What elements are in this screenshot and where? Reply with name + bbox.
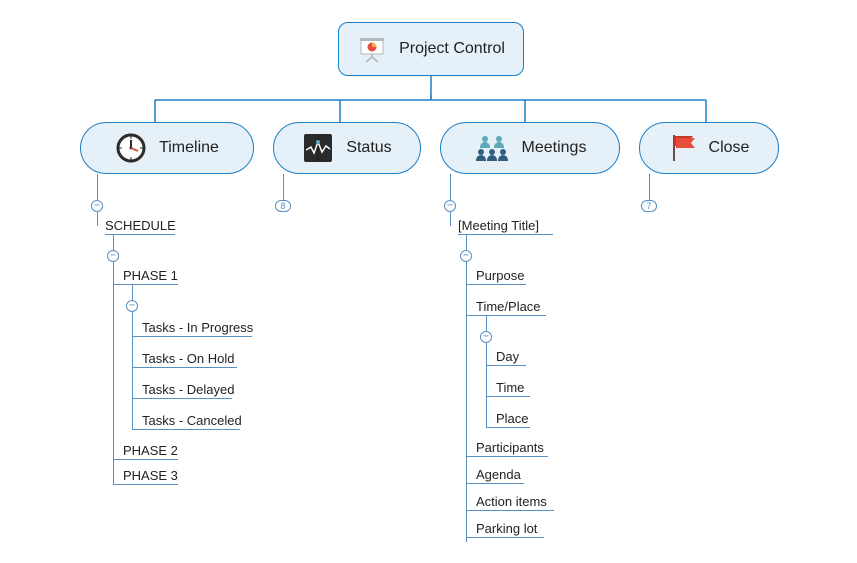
label-place[interactable]: Place — [496, 411, 529, 426]
label-participants[interactable]: Participants — [476, 440, 544, 455]
toggle-phase1[interactable]: − — [126, 300, 138, 312]
label-task-canceled[interactable]: Tasks - Canceled — [142, 413, 242, 428]
toggle-meeting-title[interactable]: − — [460, 250, 472, 262]
rule-timeplace — [466, 315, 546, 316]
timeline-label: Timeline — [159, 139, 219, 157]
rule-phase1 — [113, 284, 178, 285]
node-close[interactable]: Close — [639, 122, 779, 174]
rule-meeting-title — [458, 234, 553, 235]
label-agenda[interactable]: Agenda — [476, 467, 521, 482]
meetings-label: Meetings — [522, 139, 587, 157]
root-label: Project Control — [399, 40, 505, 58]
node-meetings[interactable]: Meetings — [440, 122, 620, 174]
label-parking-lot[interactable]: Parking lot — [476, 521, 537, 536]
v-meeting-title — [450, 212, 451, 226]
toggle-timeline[interactable]: − — [91, 200, 103, 212]
v-schedule — [97, 212, 98, 226]
rule-time — [486, 396, 530, 397]
label-day[interactable]: Day — [496, 349, 519, 364]
v-meeting-children — [466, 234, 467, 542]
rule-phase3 — [113, 484, 178, 485]
rule-participants — [466, 456, 548, 457]
stem-status — [283, 174, 284, 202]
node-root[interactable]: Project Control — [338, 22, 524, 76]
presentation-icon — [357, 34, 387, 64]
node-timeline[interactable]: Timeline — [80, 122, 254, 174]
label-task-delayed[interactable]: Tasks - Delayed — [142, 382, 234, 397]
label-purpose[interactable]: Purpose — [476, 268, 524, 283]
label-task-onhold[interactable]: Tasks - On Hold — [142, 351, 234, 366]
badge-status[interactable]: 8 — [275, 200, 291, 212]
rule-phase2 — [113, 459, 178, 460]
label-time[interactable]: Time — [496, 380, 524, 395]
badge-close[interactable]: 7 — [641, 200, 657, 212]
rule-task-canceled — [132, 429, 240, 430]
rule-day — [486, 365, 526, 366]
rule-task-inprogress — [132, 336, 252, 337]
rule-task-onhold — [132, 367, 237, 368]
toggle-meetings[interactable]: − — [444, 200, 456, 212]
rule-parking-lot — [466, 537, 544, 538]
label-phase1[interactable]: PHASE 1 — [123, 268, 178, 283]
rule-purpose — [466, 284, 526, 285]
rule-action-items — [466, 510, 554, 511]
toggle-schedule[interactable]: − — [107, 250, 119, 262]
rule-schedule — [105, 234, 175, 235]
clock-icon — [115, 132, 147, 164]
toggle-timeplace[interactable]: − — [480, 331, 492, 343]
label-phase3[interactable]: PHASE 3 — [123, 468, 178, 483]
node-status[interactable]: Status — [273, 122, 421, 174]
v-phases — [113, 234, 114, 484]
rule-agenda — [466, 483, 524, 484]
rule-place — [486, 427, 530, 428]
people-icon — [474, 133, 510, 163]
label-action-items[interactable]: Action items — [476, 494, 547, 509]
stem-close — [649, 174, 650, 202]
close-label: Close — [709, 139, 750, 157]
label-schedule[interactable]: SCHEDULE — [105, 218, 176, 233]
label-meeting-title[interactable]: [Meeting Title] — [458, 218, 539, 233]
rule-task-delayed — [132, 398, 232, 399]
label-task-inprogress[interactable]: Tasks - In Progress — [142, 320, 253, 335]
label-phase2[interactable]: PHASE 2 — [123, 443, 178, 458]
status-label: Status — [346, 139, 391, 157]
flag-icon — [669, 133, 697, 163]
heartbeat-icon — [302, 132, 334, 164]
label-timeplace[interactable]: Time/Place — [476, 299, 541, 314]
